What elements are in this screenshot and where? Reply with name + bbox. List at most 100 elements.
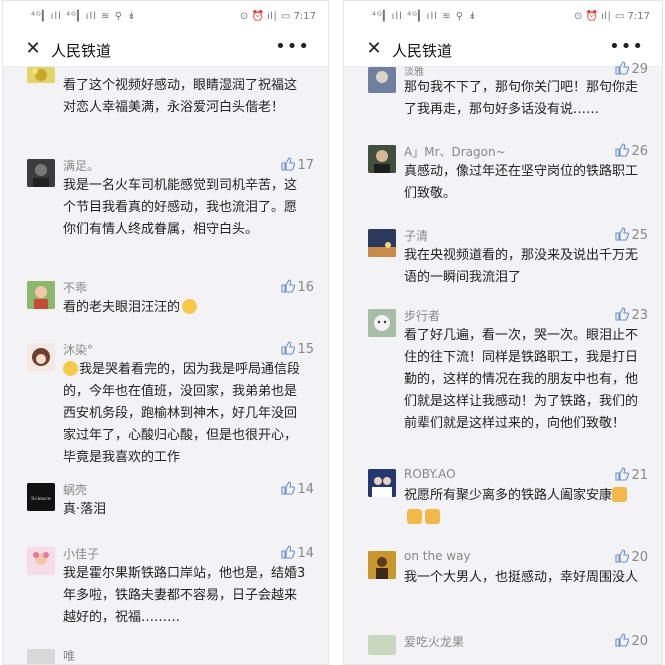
avatar[interactable]	[368, 145, 396, 173]
avatar-image	[368, 145, 396, 173]
avatar-image	[27, 547, 55, 575]
like-count: 26	[631, 144, 648, 159]
thumb-up-icon	[615, 549, 630, 563]
username[interactable]: 淡雅	[404, 63, 424, 78]
thumbs-up-emoji-icon	[425, 509, 440, 524]
avatar[interactable]	[27, 547, 55, 575]
avatar[interactable]	[368, 309, 396, 337]
username[interactable]: on the way	[404, 549, 471, 563]
status-bar: ⁴ᴳ▎ıll ⁴ᴳ▎ıll ≋ ⚲ ↡ ⊙ ⏰ ıl∣ ▭ 7:17	[344, 1, 662, 33]
username[interactable]: 小佳子	[63, 545, 99, 562]
avatar-image	[32, 68, 47, 81]
avatar[interactable]	[27, 159, 55, 187]
avatar[interactable]	[368, 551, 396, 579]
thumb-up-icon	[281, 545, 296, 559]
avatar[interactable]	[27, 67, 55, 83]
thumb-up-icon	[615, 227, 630, 241]
like-button[interactable]: 26	[615, 143, 648, 159]
close-icon[interactable]: ✕	[364, 38, 384, 60]
avatar-image	[368, 551, 396, 579]
like-count: 29	[631, 62, 648, 77]
username[interactable]: A」Mr、Dragon~	[404, 143, 506, 160]
comment-text-body: 我是哭着看完的，因为我是呼局通信段的，今年也在值班，没回家，我弟弟也是西安机务段…	[63, 362, 301, 465]
comment-list: 淡雅 29 那句我不下了，那句你关门吧！那句你走了我再走，那句好多话没有说…… …	[344, 61, 662, 664]
avatar[interactable]	[368, 635, 396, 655]
thumb-up-icon	[281, 157, 296, 171]
status-right-icons: ⊙ ⏰ ıl∣ ▭ 7:17	[573, 11, 650, 22]
comment-text: 真感动，像过年还在坚守岗位的铁路职工们致敬。	[404, 164, 639, 201]
thumb-up-icon	[281, 341, 296, 355]
comment-text: 我一个大男人，也挺感动，幸好周围没人	[404, 570, 639, 585]
comment-text: 看的老夫眼泪汪汪的	[63, 297, 308, 319]
username[interactable]: 子清	[404, 227, 428, 244]
comment-text: 我是霍尔果斯铁路口岸站，他也是，结婚3年多啦，铁路夫妻都不容易，日子会越来越好的…	[63, 566, 306, 625]
like-count: 15	[297, 342, 314, 357]
like-count: 23	[631, 308, 648, 323]
like-count: 16	[297, 280, 314, 295]
like-button[interactable]: 20	[615, 549, 648, 565]
more-icon[interactable]: •••	[609, 36, 644, 57]
like-button[interactable]: 17	[281, 157, 314, 173]
thumb-up-icon	[615, 307, 630, 321]
thumb-up-icon	[615, 633, 630, 647]
comment-text: 看了这个视频好感动，眼睛湿润了祝福这对恋人幸福美满，永浴爱河白头偕老！	[63, 78, 298, 115]
page-title: 人民铁道	[51, 42, 112, 60]
like-count: 14	[297, 482, 314, 497]
comment-text: 真·落泪	[63, 502, 107, 517]
like-button[interactable]: 14	[281, 545, 314, 561]
avatar[interactable]	[368, 67, 396, 93]
username[interactable]: ROBY.AO	[404, 467, 456, 481]
username[interactable]: 沐染°	[63, 341, 93, 358]
left-phone-screen: ⁴ᴳ▎ıll ⁴ᴳ▎ıll ≋ ⚲ ↡ ⊙ ⏰ ıl∣ ▭ 7:17 ✕ 人民铁…	[2, 0, 329, 665]
like-count: 17	[297, 158, 314, 173]
avatar-image	[27, 281, 55, 309]
username[interactable]: 满足。	[63, 157, 99, 174]
avatar[interactable]	[27, 649, 55, 664]
avatar[interactable]	[368, 469, 396, 497]
avatar[interactable]	[27, 281, 55, 309]
status-bar: ⁴ᴳ▎ıll ⁴ᴳ▎ıll ≋ ⚲ ↡ ⊙ ⏰ ıl∣ ▭ 7:17	[3, 1, 328, 33]
comment-text: 那句我不下了，那句你关门吧！那句你走了我再走，那句好多话没有说……	[404, 80, 639, 117]
like-button[interactable]: 20	[615, 633, 648, 649]
nav-bar: ✕ 人民铁道 •••	[3, 33, 328, 67]
username[interactable]: 不乖	[63, 279, 87, 296]
comment-text: 我是哭着看完的，因为我是呼局通信段的，今年也在值班，没回家，我弟弟也是西安机务段…	[63, 359, 308, 469]
thumbs-up-emoji-icon	[407, 509, 422, 524]
like-button[interactable]: 14	[281, 481, 314, 497]
like-count: 25	[631, 228, 648, 243]
username[interactable]: 蜗壳	[63, 481, 87, 498]
comment-text: 我是一名火车司机能感觉到司机辛苦，这个节目我看真的好感动，我也流泪了。愿你们有情…	[63, 178, 298, 237]
avatar[interactable]	[368, 229, 396, 257]
like-button[interactable]: 29	[615, 61, 648, 77]
more-icon[interactable]: •••	[275, 36, 310, 57]
like-button[interactable]: 15	[281, 341, 314, 357]
username[interactable]: 唯	[63, 647, 75, 664]
avatar-image	[27, 159, 55, 187]
status-left-icons: ⁴ᴳ▎ıll ⁴ᴳ▎ıll ≋ ⚲ ↡	[372, 11, 478, 22]
comment-text: 我在央视频道看的，那没来及说出千万无语的一瞬间我流泪了	[404, 248, 639, 285]
like-button[interactable]: 16	[281, 279, 314, 295]
comment-text: 看了好几遍，看一次，哭一次。眼泪止不住的往下流！同样是铁路职工，我是打日勤的，这…	[404, 328, 639, 431]
like-button[interactable]: 21	[615, 467, 648, 483]
username[interactable]: 步行者	[404, 307, 440, 324]
comment-text: 祝愿所有聚少离多的铁路人阖家安康	[404, 485, 642, 529]
nav-bar: ✕ 人民铁道 •••	[344, 33, 662, 67]
thumb-up-icon	[615, 143, 630, 157]
avatar[interactable]	[27, 343, 55, 371]
status-right-icons: ⊙ ⏰ ıl∣ ▭ 7:17	[239, 11, 316, 22]
thumb-up-icon	[281, 279, 296, 293]
avatar-image: Science	[27, 483, 55, 511]
like-count: 20	[631, 634, 648, 649]
thumbs-up-emoji-icon	[612, 487, 628, 502]
like-button[interactable]: 23	[615, 307, 648, 323]
close-icon[interactable]: ✕	[23, 38, 43, 60]
like-count: 21	[631, 468, 648, 483]
avatar[interactable]: Science	[27, 483, 55, 511]
like-count: 14	[297, 546, 314, 561]
thumb-up-icon	[281, 481, 296, 495]
like-count: 20	[631, 550, 648, 565]
like-button[interactable]: 25	[615, 227, 648, 243]
username[interactable]: 爱吃火龙果	[404, 633, 464, 650]
comment-text-body: 祝愿所有聚少离多的铁路人阖家安康	[404, 488, 613, 503]
avatar-image	[368, 67, 396, 93]
